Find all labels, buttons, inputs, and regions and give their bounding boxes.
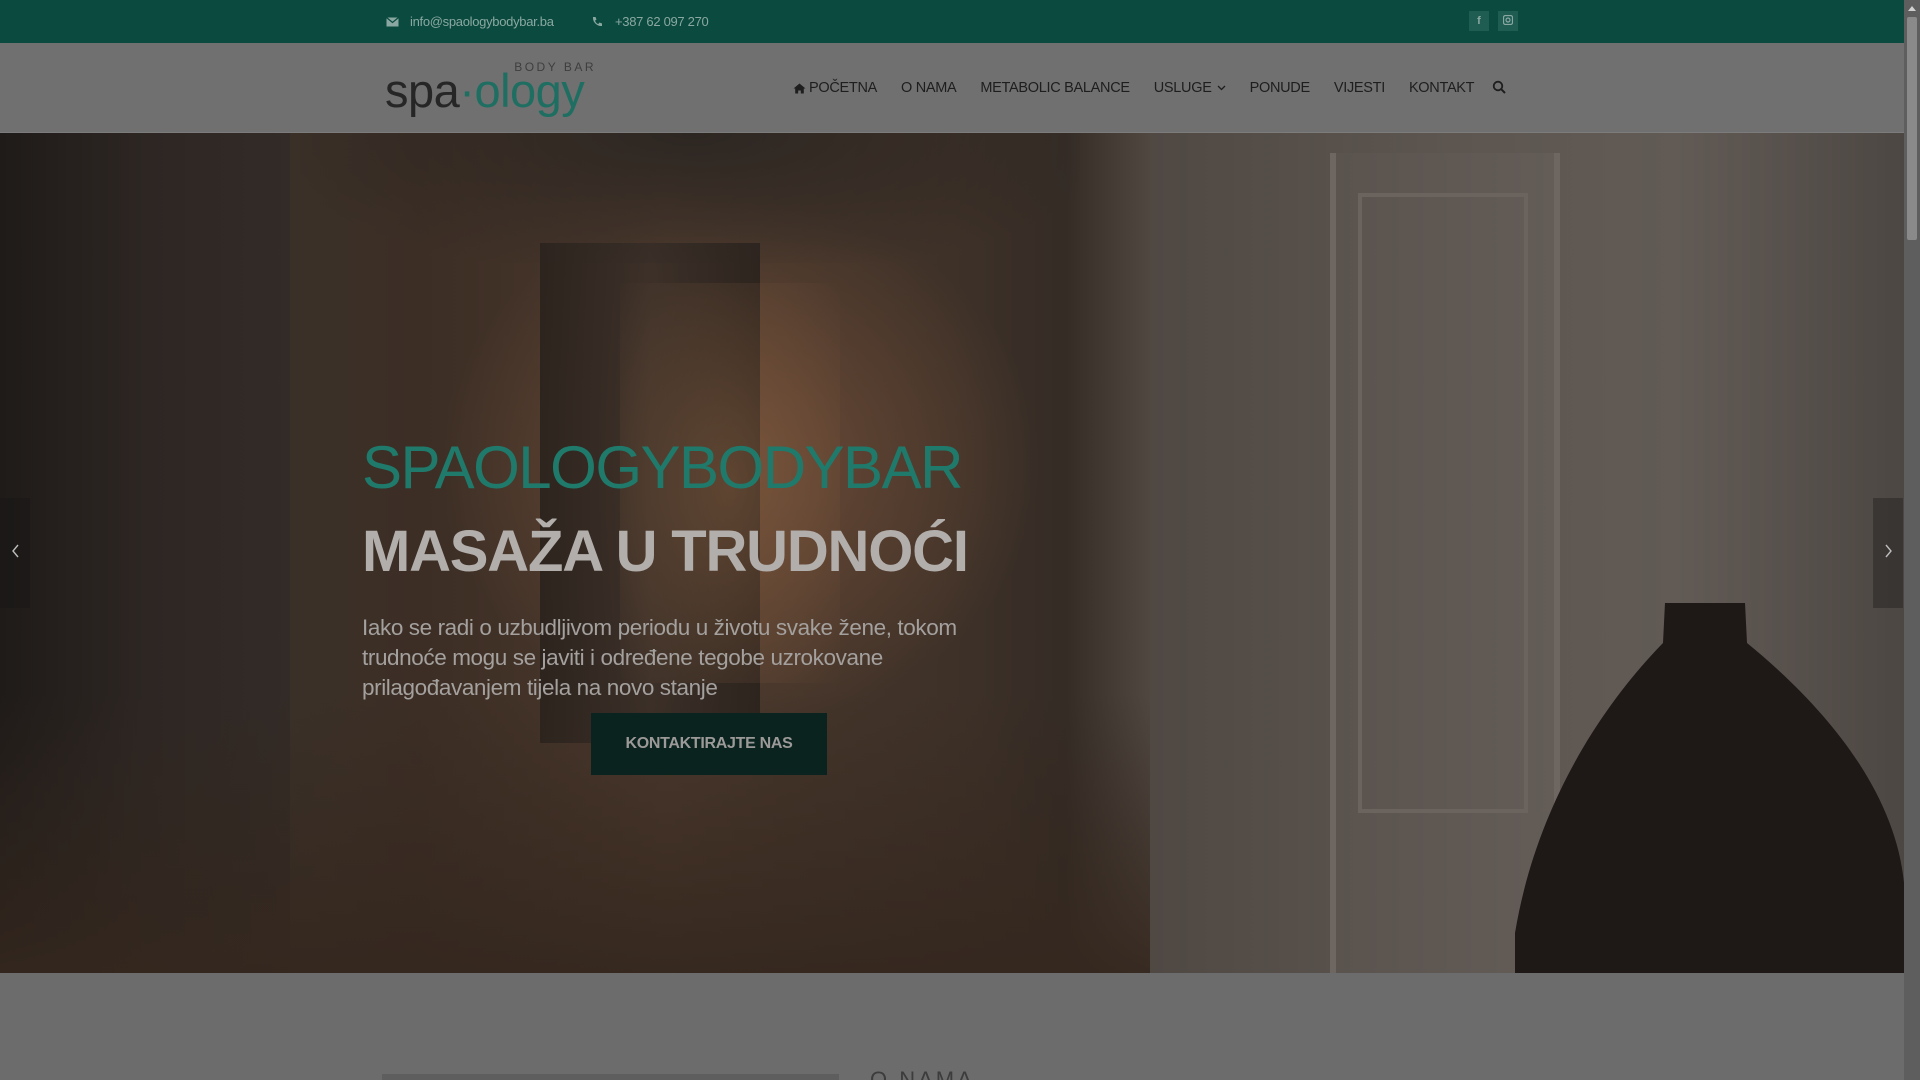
hero-title: MASAŽA U TRUDNOĆI bbox=[362, 519, 969, 584]
scroll-up-arrow-icon[interactable] bbox=[1904, 0, 1920, 16]
hero-background-door-panel bbox=[1358, 193, 1528, 813]
phone-text[interactable]: +387 62 097 270 bbox=[615, 14, 709, 29]
top-bar: info@spaologybodybar.ba +387 62 097 270 … bbox=[0, 0, 1904, 43]
chevron-down-icon bbox=[1217, 85, 1226, 91]
nav-item-label: VIJESTI bbox=[1333, 80, 1385, 96]
contact-us-button[interactable]: KONTAKTIRAJTE NAS bbox=[591, 713, 827, 775]
hero-tagline: SPAOLOGYBODYBAR bbox=[362, 434, 963, 501]
logo-part-ology: ology bbox=[474, 64, 585, 117]
nav-item-label: PONUDE bbox=[1249, 80, 1311, 96]
chevron-right-icon bbox=[1884, 544, 1893, 563]
about-heading: O NAMA bbox=[870, 1069, 975, 1080]
nav-item-metabolic-balance[interactable]: METABOLIC BALANCE bbox=[980, 80, 1130, 96]
slider-prev-button[interactable] bbox=[0, 498, 30, 608]
instagram-button[interactable] bbox=[1498, 11, 1518, 31]
scrollbar-thumb[interactable] bbox=[1907, 17, 1917, 240]
about-image-top-edge bbox=[382, 1074, 839, 1080]
logo-dot: · bbox=[459, 64, 475, 117]
envelope-icon bbox=[385, 15, 399, 29]
home-icon bbox=[793, 83, 806, 94]
nav-item-label: USLUGE bbox=[1153, 80, 1212, 96]
top-email[interactable]: info@spaologybodybar.ba bbox=[385, 0, 554, 43]
nav-item-pocetna[interactable]: POČETNA bbox=[793, 80, 877, 96]
nav-item-label: O NAMA bbox=[901, 80, 957, 96]
hero-slider: SPAOLOGYBODYBAR MASAŽA U TRUDNOĆI Iako s… bbox=[0, 133, 1904, 973]
logo-wordmark: spa·ology bbox=[385, 64, 585, 117]
phone-icon bbox=[590, 15, 604, 29]
hero-background-floor bbox=[0, 693, 1150, 973]
nav-item-kontakt[interactable]: KONTAKT bbox=[1408, 80, 1475, 96]
nav-item-vijesti[interactable]: VIJESTI bbox=[1334, 80, 1385, 96]
hero-description: Iako se radi o uzbudljivom periodu u živ… bbox=[362, 615, 957, 700]
nav-item-label: METABOLIC BALANCE bbox=[980, 80, 1130, 96]
facebook-button[interactable]: f bbox=[1469, 11, 1489, 31]
about-section: O NAMA bbox=[0, 973, 1904, 1080]
email-text[interactable]: info@spaologybodybar.ba bbox=[410, 14, 554, 29]
nav-item-usluge[interactable]: USLUGE bbox=[1154, 80, 1226, 96]
instagram-icon bbox=[1502, 14, 1514, 28]
hero-background-vase bbox=[1515, 603, 1904, 973]
site-header: BODY BAR spa·ology POČETNA O NAMA METABO… bbox=[0, 43, 1904, 133]
slider-next-button[interactable] bbox=[1873, 498, 1903, 608]
logo-part-spa: spa bbox=[385, 64, 460, 117]
facebook-icon: f bbox=[1477, 15, 1481, 27]
top-phone[interactable]: +387 62 097 270 bbox=[590, 0, 709, 43]
main-nav: POČETNA O NAMA METABOLIC BALANCE USLUGE … bbox=[793, 43, 1498, 133]
nav-item-label: POČETNA bbox=[809, 80, 877, 96]
search-icon[interactable] bbox=[1492, 80, 1507, 95]
nav-item-label: KONTAKT bbox=[1408, 80, 1475, 96]
hero-background-ceiling bbox=[300, 133, 1080, 263]
site-logo[interactable]: BODY BAR spa·ology bbox=[385, 57, 600, 117]
nav-item-ponude[interactable]: PONUDE bbox=[1249, 80, 1311, 96]
page-scrollbar[interactable] bbox=[1904, 0, 1920, 1080]
nav-item-o-nama[interactable]: O NAMA bbox=[901, 80, 957, 96]
chevron-left-icon bbox=[11, 544, 20, 563]
